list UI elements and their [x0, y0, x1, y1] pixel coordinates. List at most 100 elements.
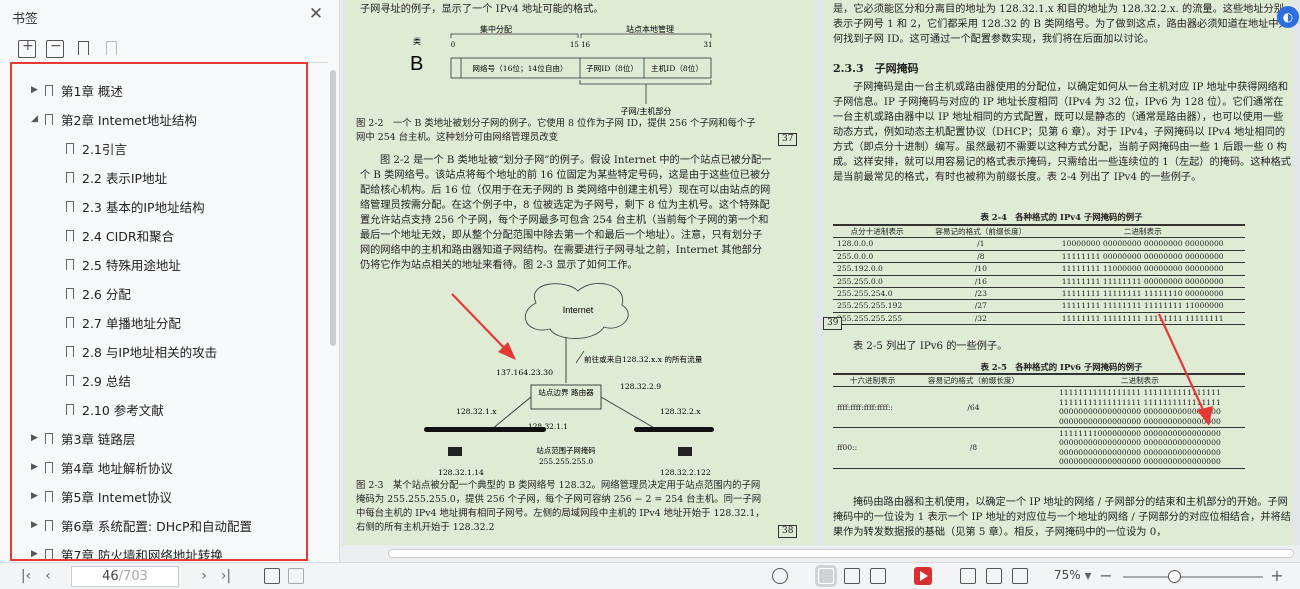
remove-bookmark-icon[interactable]: [102, 40, 120, 58]
sidebar-item-label: 第3章 链路层: [61, 431, 136, 447]
bookmark-icon: [45, 490, 53, 505]
fig-label: 128.32.2.122: [660, 468, 711, 477]
page-text: 表 2-5 列出了 IPv6 的一些例子。: [853, 341, 1008, 352]
add-bookmark-icon[interactable]: [74, 40, 92, 58]
pdf-reader-app: 书签 ✕ ▶ 第1章 概述 ◢ 第2章 Intemet地址结构 2.1引言 2.2 表示I…: [0, 0, 1300, 589]
bookmark-icon: [66, 142, 74, 157]
first-page-icon[interactable]: |‹: [18, 566, 34, 586]
page-number-badge: 39: [823, 317, 843, 330]
continuous-view-icon[interactable]: [818, 568, 834, 584]
expand-arrow-icon[interactable]: ▶: [31, 462, 41, 472]
table-cell: 11111111 11111111 11111110 00000000: [1040, 287, 1245, 301]
sidebar-item[interactable]: ▶ 第3章 链路层: [31, 427, 135, 449]
sidebar-item[interactable]: 2.2 表示IP地址: [52, 166, 167, 188]
table-row: 128.0.0.0/1 10000000 00000000 00000000 00…: [833, 237, 1245, 251]
zoom-out-icon[interactable]: −: [1099, 566, 1113, 586]
zoom-dropdown-icon[interactable]: ▾: [1082, 566, 1094, 586]
forward-icon[interactable]: [288, 568, 304, 584]
table-cell: /64: [912, 386, 1035, 429]
annotation-arrow: [451, 293, 516, 360]
collapse-all-icon[interactable]: [46, 38, 64, 58]
next-page-icon[interactable]: ›: [196, 566, 212, 586]
bookmark-icon: [45, 432, 53, 447]
sidebar-item[interactable]: ▶ 第5章 Intemet协议: [31, 485, 172, 507]
page-number-input[interactable]: 46/703: [71, 566, 179, 587]
sidebar-item[interactable]: 2.3 基本的IP地址结构: [52, 195, 205, 217]
expand-arrow-icon[interactable]: ▶: [31, 433, 41, 443]
sidebar-item-label: 第2章 Intemet地址结构: [61, 112, 197, 128]
sidebar-item[interactable]: ▶ 第1章 概述: [31, 79, 123, 101]
sidebar-item-label: 2.1引言: [82, 141, 127, 157]
close-icon[interactable]: ✕: [306, 4, 326, 24]
bookmark-icon: [45, 84, 53, 99]
bookmark-icon: [66, 374, 74, 389]
expand-arrow-icon[interactable]: ▶: [31, 491, 41, 501]
fig-label: 128.32.1.x: [456, 407, 497, 416]
fit-width-icon[interactable]: [1012, 568, 1028, 584]
horizontal-scrollbar[interactable]: [341, 545, 1300, 562]
sidebar-scrollbar[interactable]: [330, 70, 336, 346]
table-cell: 255.0.0.0: [833, 250, 922, 264]
bookmark-icon: [45, 461, 53, 476]
page-number-badge: 37: [778, 133, 798, 146]
fig-label: 前往或来自128.32.x.x 的所有流量: [584, 354, 703, 364]
sidebar-item[interactable]: 2.8 与IP地址相关的攻击: [52, 340, 217, 362]
actual-size-icon[interactable]: [960, 568, 976, 584]
fit-page-icon[interactable]: [986, 568, 1002, 584]
bookmark-icon: [66, 258, 74, 273]
zoom-in-icon[interactable]: +: [1270, 566, 1284, 586]
two-page-icon[interactable]: [870, 568, 886, 584]
scroll-thumb[interactable]: [388, 549, 1294, 558]
last-page-icon[interactable]: ›|: [218, 566, 234, 586]
zoom-slider-knob[interactable]: [1168, 570, 1181, 583]
sidebar-item-label: 2.7 单播地址分配: [82, 315, 181, 331]
expand-all-icon[interactable]: [18, 38, 36, 58]
bookmark-icon: [66, 229, 74, 244]
fig-label: B: [410, 53, 423, 75]
table-cell: 11111111 00000000 00000000 00000000: [1040, 250, 1245, 264]
eye-icon[interactable]: [772, 568, 788, 584]
sidebar-item[interactable]: 2.5 特殊用途地址: [52, 253, 181, 275]
sidebar-title: 书签: [12, 12, 39, 27]
play-icon[interactable]: [914, 567, 932, 585]
table-cell: 255.255.255.192: [833, 299, 922, 313]
expand-arrow-icon[interactable]: ◢: [31, 114, 41, 124]
sidebar-item-label: 第6章 系统配置: DHcP和自动配置: [61, 518, 253, 534]
table-cell: /1: [921, 237, 1041, 251]
sidebar-item-label: 2.9 总结: [82, 373, 131, 389]
sidebar-item[interactable]: 2.10 参考文献: [52, 398, 164, 420]
page-text: 是，它必须能区分和分离目的地址为 128.32.1.x 和目的地址为 128.3…: [833, 4, 1289, 45]
sidebar-item[interactable]: 2.6 分配: [52, 282, 131, 304]
sidebar-item-label: 2.6 分配: [82, 286, 131, 302]
table-header: 二进制表示: [1040, 224, 1245, 239]
expand-arrow-icon[interactable]: ▶: [31, 85, 41, 95]
back-icon[interactable]: [264, 568, 280, 584]
table-cell: /8: [921, 250, 1041, 264]
zoom-slider[interactable]: [1123, 576, 1263, 578]
table-header: 容易记的格式（前缀长度）: [912, 373, 1035, 388]
page-text: 掩码由路由器和主机使用，以确定一个 IP 地址的网络 / 子网部分的结束和主机部…: [833, 497, 1291, 538]
table-row: 255.255.0.0/16 11111111 11111111 00000000…: [833, 275, 1245, 289]
sidebar-item[interactable]: ▶ 第4章 地址解析协议: [31, 456, 173, 478]
table-cell: 255.255.0.0: [833, 275, 922, 289]
sidebar-item[interactable]: 2.7 单播地址分配: [52, 311, 181, 333]
sidebar-item[interactable]: 2.9 总结: [52, 369, 131, 391]
zoom-level[interactable]: 75%: [1054, 568, 1081, 582]
figure-caption: 图 2-3 某个站点被分配一个典型的 B 类网络号 128.32。网络管理员决定…: [356, 480, 765, 533]
single-page-icon[interactable]: [844, 568, 860, 584]
sidebar-item[interactable]: ▶ 第7章 防火墙和网络地址转换: [31, 543, 223, 559]
viewer-scrollbar[interactable]: [1292, 0, 1300, 545]
expand-arrow-icon[interactable]: ▶: [31, 520, 41, 530]
table-header: 十六进制表示: [833, 373, 913, 388]
assistant-icon[interactable]: ◐: [1277, 6, 1299, 28]
sidebar-item[interactable]: 2.1引言: [52, 137, 127, 159]
table-cell: 255.255.254.0: [833, 287, 922, 301]
prev-page-icon[interactable]: ‹: [40, 566, 56, 586]
sidebar-item[interactable]: ◢ 第2章 Intemet地址结构: [31, 108, 197, 130]
sidebar-item[interactable]: ▶ 第6章 系统配置: DHcP和自动配置: [31, 514, 252, 536]
fig-label: 网络号（16位；14位自由）: [472, 63, 567, 73]
page-right: 是，它必须能区分和分离目的地址为 128.32.1.x 和目的地址为 128.3…: [823, 0, 1300, 545]
sidebar-item[interactable]: 2.4 CIDR和聚合: [52, 224, 174, 246]
expand-arrow-icon[interactable]: ▶: [31, 549, 41, 559]
sidebar-item-label: 2.8 与IP地址相关的攻击: [82, 344, 218, 360]
